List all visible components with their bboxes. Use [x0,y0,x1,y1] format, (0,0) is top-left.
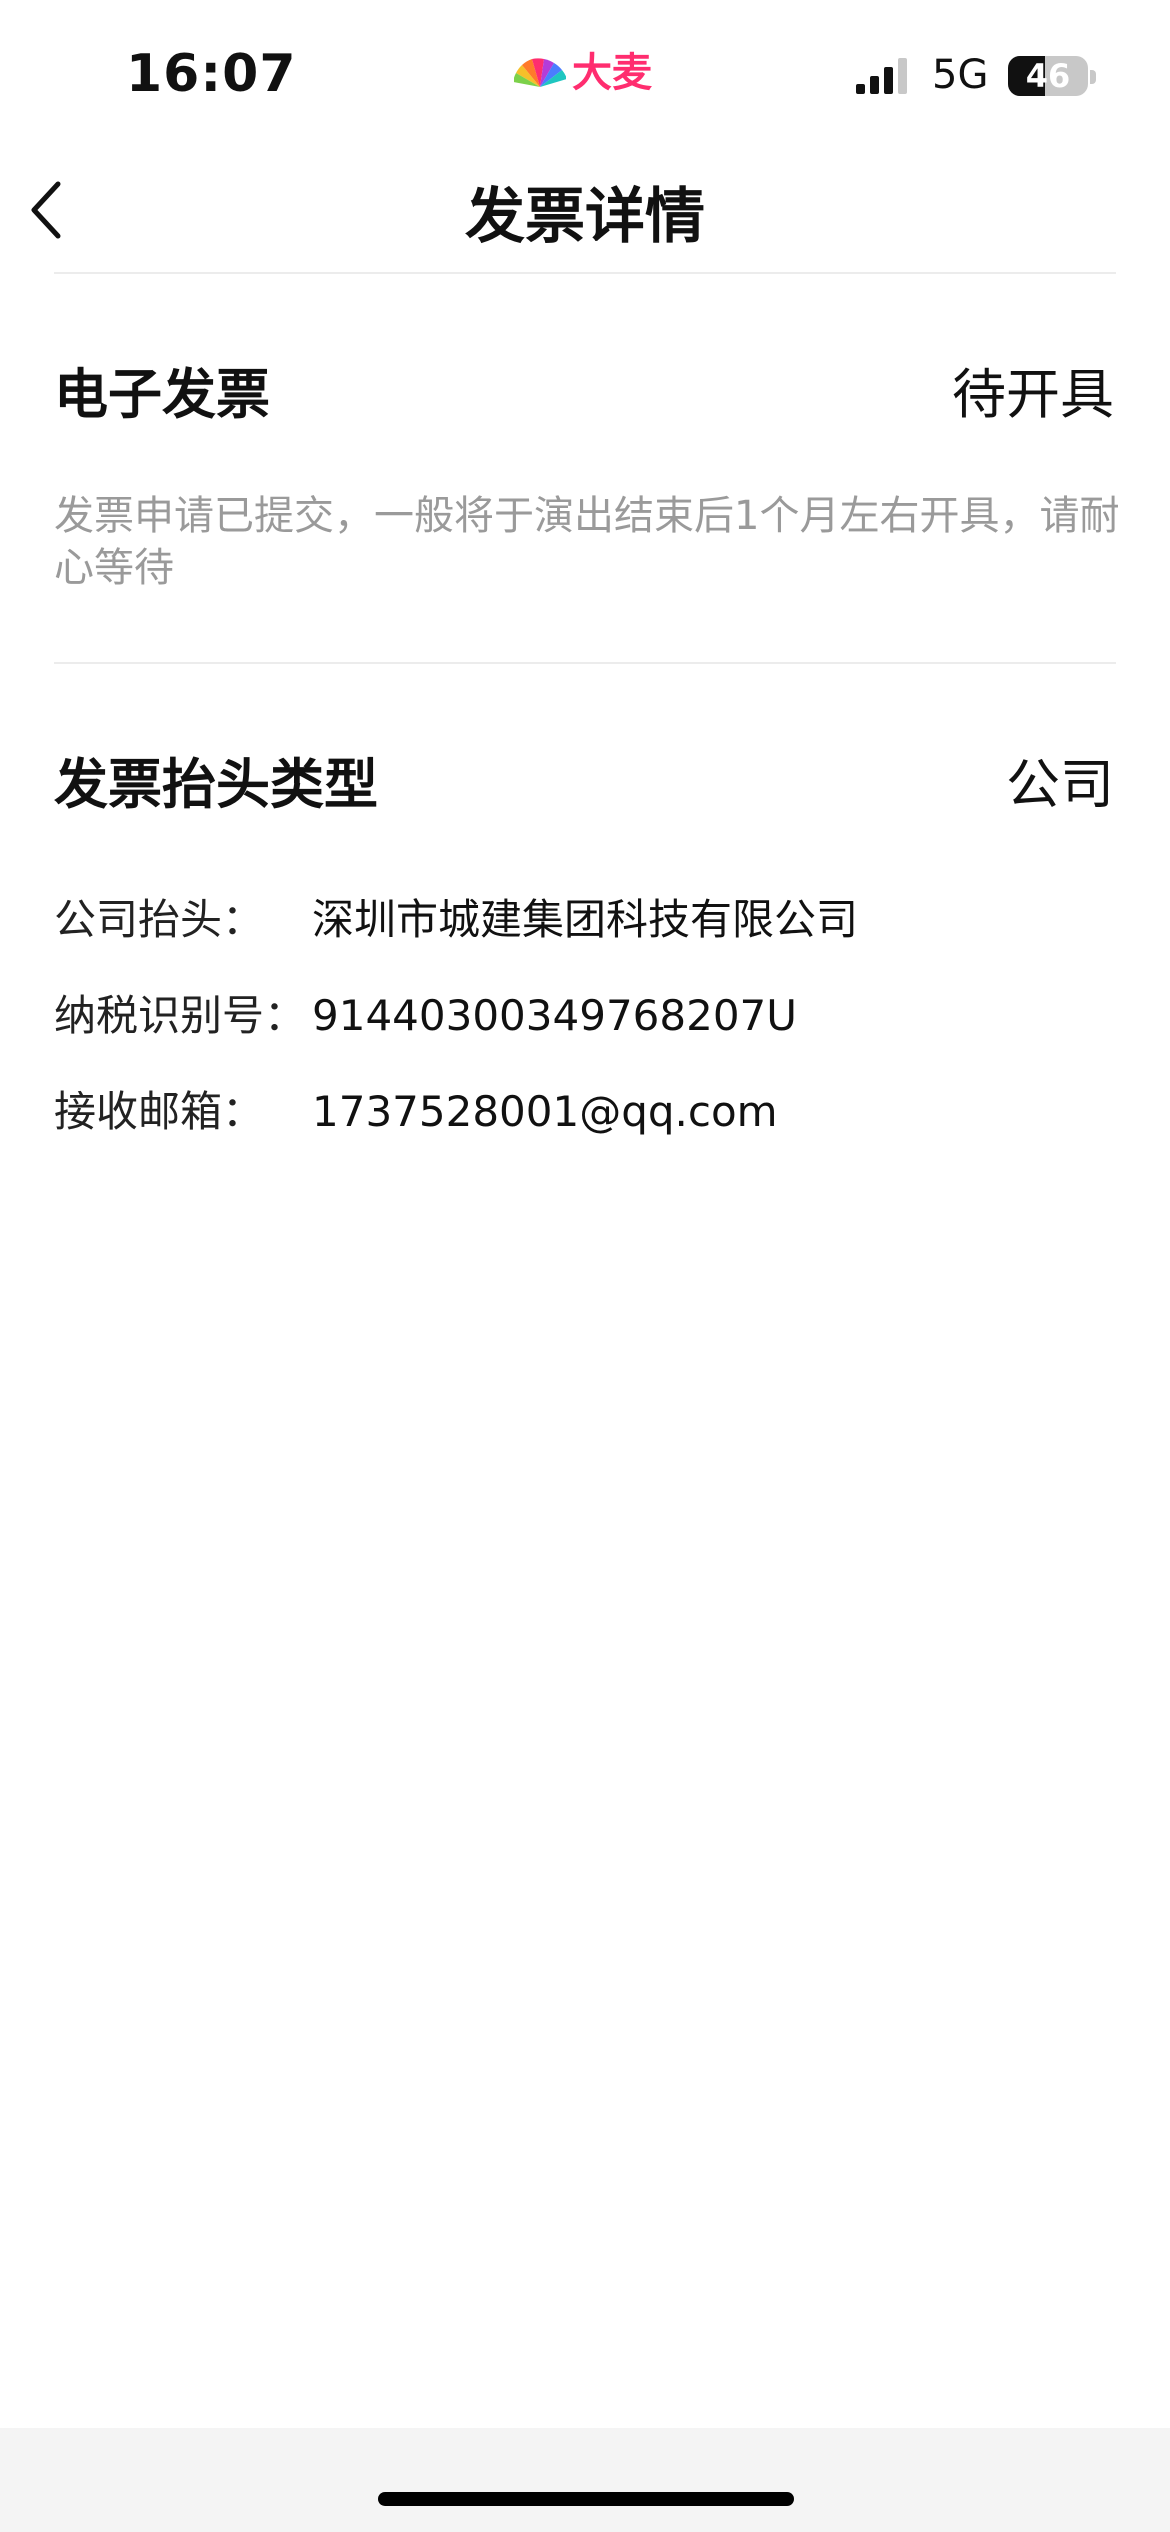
status-time: 16:07 [126,44,297,104]
invoice-header-type-value: 公司 [1006,753,1114,816]
info-value: 深圳市城建集团科技有限公司 [312,895,859,944]
info-value: 1737528001@qq.com [312,1087,778,1136]
nav-divider [54,272,1116,274]
battery-icon: 46 [1008,56,1088,96]
info-label: 接收邮箱： [54,1087,265,1136]
invoice-kind-title: 电子发票 [54,363,270,426]
invoice-detail-page: 16:07 大麦 5G 46 发票详情 电子发票 待开具 发票申请已提交，一般将… [0,0,1170,2532]
bottom-safe-area [0,2428,1170,2532]
info-row-company: 公司抬头： 深圳市城建集团科技有限公司 [54,886,858,947]
info-value: 91440300349768207U [312,991,798,1040]
info-label: 公司抬头： [54,895,265,944]
info-label: 纳税识别号： [54,991,307,1040]
network-type: 5G [932,52,989,98]
nav-bar: 发票详情 [0,150,1170,274]
info-row-email: 接收邮箱： 1737528001@qq.com [54,1078,778,1139]
cellular-signal-icon [856,58,907,94]
invoice-status-note: 发票申请已提交，一般将于演出结束后1个月左右开具，请耐心等待 [54,493,1120,591]
invoice-header-type-title: 发票抬头类型 [54,753,378,816]
battery-cap [1090,70,1096,84]
status-bar: 16:07 大麦 5G 46 [0,0,1170,150]
invoice-status-badge: 待开具 [952,363,1114,426]
section-divider [54,662,1116,664]
battery-level: 46 [1025,57,1071,95]
brand-mark: 大麦 [514,40,652,98]
info-row-tax-id: 纳税识别号： 91440300349768207U [54,982,797,1043]
brand-name: 大麦 [572,50,652,96]
home-indicator[interactable] [378,2492,794,2506]
page-title: 发票详情 [465,182,705,252]
brand-logo-icon [514,58,566,87]
